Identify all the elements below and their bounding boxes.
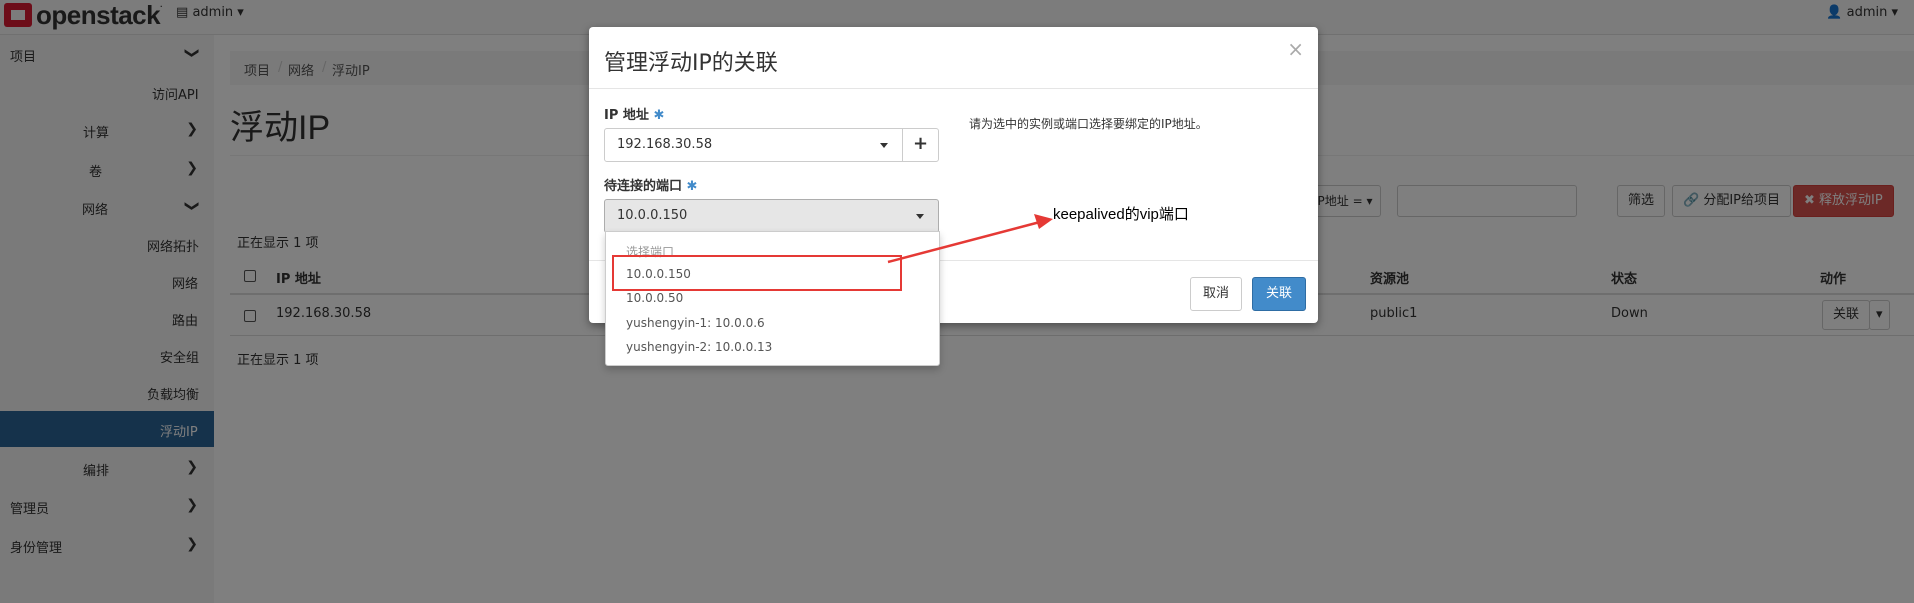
arrow-line (887, 220, 1041, 264)
annotation-text: keepalived的vip端口 (1053, 206, 1189, 223)
annotation-arrow (887, 214, 1053, 264)
arrow-head (1034, 214, 1053, 229)
